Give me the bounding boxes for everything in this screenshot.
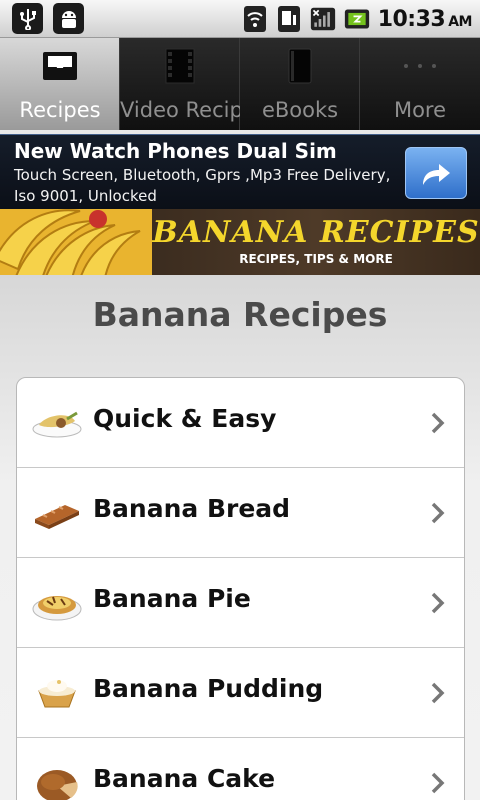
bread-icon <box>31 492 83 534</box>
quick-dish-icon <box>31 402 83 444</box>
inbox-icon <box>0 46 120 86</box>
pie-icon <box>31 582 83 624</box>
tab-recipes[interactable]: Recipes <box>0 38 120 130</box>
more-dots-icon <box>360 46 480 86</box>
battery-charging-icon <box>344 4 370 34</box>
list-item-label: Banana Bread <box>93 494 291 523</box>
tab-more-label: More <box>393 98 447 122</box>
tab-ebooks[interactable]: eBooks <box>240 38 360 130</box>
film-icon <box>120 46 240 86</box>
list-item-label: Banana Pudding <box>93 674 324 703</box>
hero-title: BANANA RECIPES <box>152 215 480 250</box>
chevron-right-icon <box>431 772 445 794</box>
banana-image <box>0 209 152 275</box>
list-item-banana-pie[interactable]: Banana Pie <box>17 558 464 648</box>
clock-ampm: AM <box>448 13 472 30</box>
page-title: Banana Recipes <box>92 295 388 334</box>
no-signal-icon <box>310 4 336 34</box>
ad-subtitle: Touch Screen, Bluetooth, Gprs ,Mp3 Free … <box>14 166 391 205</box>
tab-recipes-label: Recipes <box>19 98 101 122</box>
chevron-right-icon <box>431 592 445 614</box>
android-debug-icon <box>53 3 84 34</box>
book-icon <box>240 46 360 86</box>
list-item-banana-bread[interactable]: Banana Bread <box>17 468 464 558</box>
tab-more[interactable]: More <box>360 38 480 130</box>
cake-icon <box>31 762 83 800</box>
wifi-icon <box>242 4 268 34</box>
ad-title: New Watch Phones Dual Sim <box>14 139 337 163</box>
clock: 10:33 AM <box>377 6 473 32</box>
list-item-label: Banana Cake <box>93 764 276 793</box>
tab-bar: Recipes Video Recipe eBooks More <box>0 38 480 130</box>
chevron-right-icon <box>431 502 445 524</box>
clock-time: 10:33 <box>377 6 446 32</box>
sim-signal-icon <box>276 4 302 34</box>
hero-subtitle: RECIPES, TIPS & MORE <box>239 252 393 266</box>
usb-icon <box>12 3 43 34</box>
pudding-icon <box>31 672 83 714</box>
list-item-label: Quick & Easy <box>93 404 277 433</box>
list-item-quick-easy[interactable]: Quick & Easy <box>17 378 464 468</box>
list-item-label: Banana Pie <box>93 584 251 613</box>
content-area: Banana Recipes Quick & Easy Banana Bread… <box>0 275 480 800</box>
status-bar: 10:33 AM <box>0 0 480 38</box>
ad-banner[interactable]: New Watch Phones Dual Sim Touch Screen, … <box>0 134 480 209</box>
chevron-right-icon <box>431 412 445 434</box>
share-arrow-icon[interactable] <box>405 147 467 199</box>
list-item-banana-pudding[interactable]: Banana Pudding <box>17 648 464 738</box>
tab-video-recipe-label: Video Recipe <box>120 98 240 122</box>
category-list: Quick & Easy Banana Bread Banana Pie Ban… <box>16 377 465 800</box>
hero-banner: BANANA RECIPES RECIPES, TIPS & MORE <box>0 209 480 275</box>
tab-ebooks-label: eBooks <box>261 98 339 122</box>
chevron-right-icon <box>431 682 445 704</box>
tab-video-recipe[interactable]: Video Recipe <box>120 38 240 130</box>
list-item-banana-cake[interactable]: Banana Cake <box>17 738 464 800</box>
